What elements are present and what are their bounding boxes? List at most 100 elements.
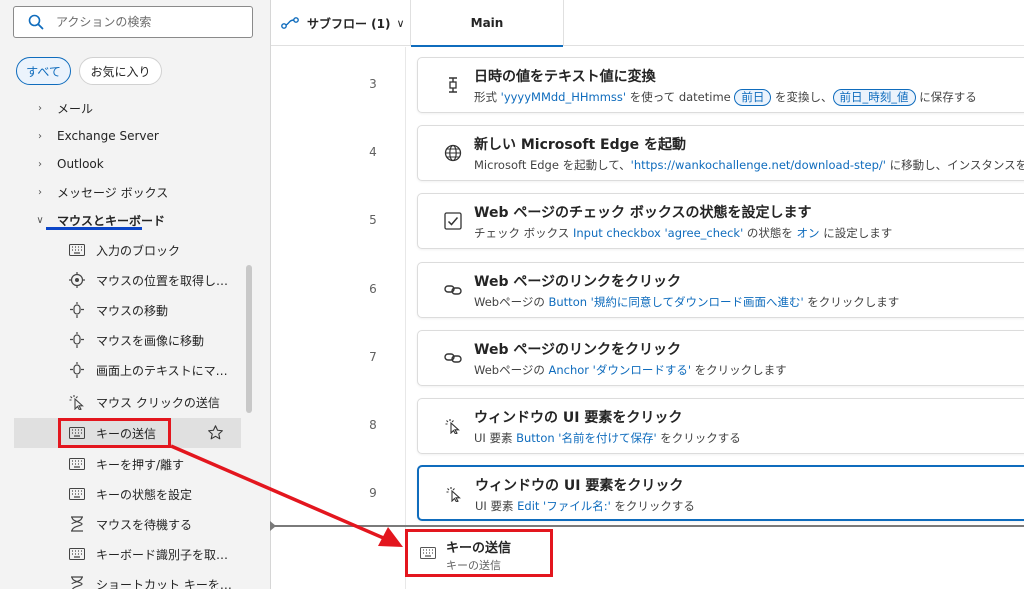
group-exchange-server[interactable]: › Exchange Server — [0, 122, 243, 150]
line-number: 9 — [369, 486, 377, 500]
variable-chip: 前日_時刻_値 — [832, 89, 916, 106]
desc-text: UI 要素 — [475, 499, 518, 513]
desc-element-value: Anchor 'ダウンロードする' — [548, 363, 692, 377]
action-label: マウス クリックの送信 — [96, 395, 220, 410]
step-title: 新しい Microsoft Edge を起動 — [474, 137, 687, 153]
step-title: Web ページのチェック ボックスの状態を設定します — [474, 205, 812, 221]
action-block-input[interactable]: 入力のブロック — [14, 235, 241, 265]
step-card-9[interactable]: ウィンドウの UI 要素をクリック UI 要素 Edit 'ファイル名:' をク… — [417, 465, 1024, 521]
subflow-icon — [281, 17, 299, 29]
search-icon — [28, 14, 44, 30]
step-card-6[interactable]: Web ページのリンクをクリック Webページの Button '規約に同意して… — [417, 262, 1024, 318]
action-move-mouse-to-text[interactable]: 画面上のテキストにマウ... — [14, 355, 241, 385]
drop-insertion-line — [270, 521, 1024, 531]
action-move-mouse-to-image[interactable]: マウスを画像に移動 — [14, 325, 241, 355]
desc-url-value: 'https://wankochallenge.net/download-ste… — [630, 158, 886, 172]
variable-chip: 前日 — [734, 89, 772, 106]
step-title: ウィンドウの UI 要素をクリック — [474, 410, 683, 426]
desc-format-value: 'yyyyMMdd_HHmmss' — [500, 90, 627, 104]
desc-element-value: Input checkbox 'agree_check' — [572, 226, 744, 240]
step-title: 日時の値をテキスト値に変換 — [474, 69, 656, 85]
desc-text: をクリックします — [691, 363, 787, 377]
chevron-right-icon: › — [38, 102, 42, 114]
action-get-keyboard-identifier[interactable]: キーボード識別子を取得... — [14, 539, 241, 569]
action-label: マウスを画像に移動 — [96, 333, 205, 348]
group-outlook[interactable]: › Outlook — [0, 150, 243, 178]
step-card-7[interactable]: Web ページのリンクをクリック Webページの Anchor 'ダウンロードす… — [417, 330, 1024, 386]
convert-datetime-icon — [444, 76, 462, 94]
group-label: Exchange Server — [57, 129, 159, 143]
step-card-5[interactable]: Web ページのチェック ボックスの状態を設定します チェック ボックス Inp… — [417, 193, 1024, 249]
desc-element-value: Button '規約に同意してダウンロード画面へ進む' — [548, 295, 804, 309]
step-title: ウィンドウの UI 要素をクリック — [475, 478, 684, 494]
action-set-key-state[interactable]: キーの状態を設定 — [14, 479, 241, 509]
annotation-box-target — [405, 529, 553, 577]
filter-all-button[interactable]: すべて — [16, 57, 71, 85]
action-send-mouse-click[interactable]: マウス クリックの送信 — [14, 387, 241, 417]
action-label: 入力のブロック — [96, 243, 181, 258]
search-box[interactable] — [13, 6, 253, 38]
mouse-move-icon — [68, 302, 86, 318]
mouse-move-icon — [68, 362, 86, 378]
desc-text: チェック ボックス — [474, 226, 573, 240]
desc-text: をクリックする — [610, 499, 695, 513]
line-number: 5 — [369, 213, 377, 227]
flow-designer: サブフロー (1) ∨ Main 3 日時の値をテキスト値に変換 形式 'yyy… — [270, 0, 1024, 589]
keyboard-icon — [68, 486, 86, 502]
ui-click-icon — [445, 485, 463, 503]
action-wait-for-mouse[interactable]: マウスを待機する — [14, 509, 241, 539]
action-label: キーを押す/離す — [96, 457, 185, 472]
hourglass-icon — [68, 576, 86, 589]
step-card-3[interactable]: 日時の値をテキスト値に変換 形式 'yyyyMMdd_HHmmss' を使って … — [417, 57, 1024, 113]
step-description: 形式 'yyyyMMdd_HHmmss' を使って datetime 前日 を変… — [474, 89, 977, 106]
action-label: マウスの位置を取得します — [96, 273, 236, 288]
action-label: ショートカット キーを待機 — [96, 577, 236, 589]
desc-text: をクリックします — [803, 295, 900, 309]
desc-text: Microsoft Edge を起動して、 — [474, 158, 631, 172]
action-label: マウスを待機する — [96, 517, 193, 532]
step-description: チェック ボックス Input checkbox 'agree_check' の… — [474, 225, 892, 241]
desc-text: をクリックする — [656, 431, 741, 445]
keyboard-icon — [68, 242, 86, 258]
tab-main[interactable]: Main — [411, 0, 564, 47]
group-mail[interactable]: › メール — [0, 94, 243, 122]
step-title: Web ページのリンクをクリック — [474, 342, 682, 358]
star-icon[interactable] — [207, 424, 224, 444]
actions-pane: すべて お気に入り › メール › Exchange Server › Outl… — [0, 0, 271, 589]
action-wait-for-shortcut-key[interactable]: ショートカット キーを待機 — [14, 569, 241, 589]
step-card-4[interactable]: 新しい Microsoft Edge を起動 Microsoft Edge を起… — [417, 125, 1024, 181]
desc-text: に移動し、インスタンスを — [885, 158, 1024, 172]
subflows-dropdown[interactable]: サブフロー (1) ∨ — [271, 0, 411, 46]
action-label: キーの状態を設定 — [96, 487, 193, 502]
desc-text: Webページの — [474, 295, 549, 309]
action-get-mouse-position[interactable]: マウスの位置を取得します — [14, 265, 241, 295]
group-label: メール — [57, 101, 94, 116]
mouse-click-icon — [68, 394, 86, 410]
actions-scrollbar[interactable] — [246, 265, 252, 413]
step-title: Web ページのリンクをクリック — [474, 274, 682, 290]
step-card-8[interactable]: ウィンドウの UI 要素をクリック UI 要素 Button '名前を付けて保存… — [417, 398, 1024, 454]
link-icon — [444, 281, 462, 299]
chevron-down-icon: ∨ — [36, 214, 44, 226]
step-description: UI 要素 Edit 'ファイル名:' をクリックする — [475, 498, 695, 514]
action-press-release-key[interactable]: キーを押す/離す — [14, 449, 241, 479]
keyboard-icon — [68, 546, 86, 562]
filter-favorites-button[interactable]: お気に入り — [79, 57, 162, 85]
mouse-move-icon — [68, 332, 86, 348]
search-input[interactable] — [56, 15, 236, 29]
group-message-boxes[interactable]: › メッセージ ボックス — [0, 178, 243, 206]
desc-text: の状態を — [743, 226, 797, 240]
chevron-right-icon: › — [38, 130, 42, 142]
line-number: 6 — [369, 282, 377, 296]
action-label: 画面上のテキストにマウ... — [96, 363, 236, 378]
action-label: キーボード識別子を取得... — [96, 547, 236, 562]
line-number: 3 — [369, 77, 377, 91]
subflows-label: サブフロー (1) — [307, 16, 391, 31]
desc-text: を使って datetime — [626, 90, 735, 104]
hourglass-icon — [68, 516, 86, 532]
desc-text: UI 要素 — [474, 431, 517, 445]
action-move-mouse[interactable]: マウスの移動 — [14, 295, 241, 325]
globe-icon — [444, 144, 462, 162]
desc-element-value: Button '名前を付けて保存' — [516, 431, 657, 445]
step-description: UI 要素 Button '名前を付けて保存' をクリックする — [474, 430, 741, 446]
